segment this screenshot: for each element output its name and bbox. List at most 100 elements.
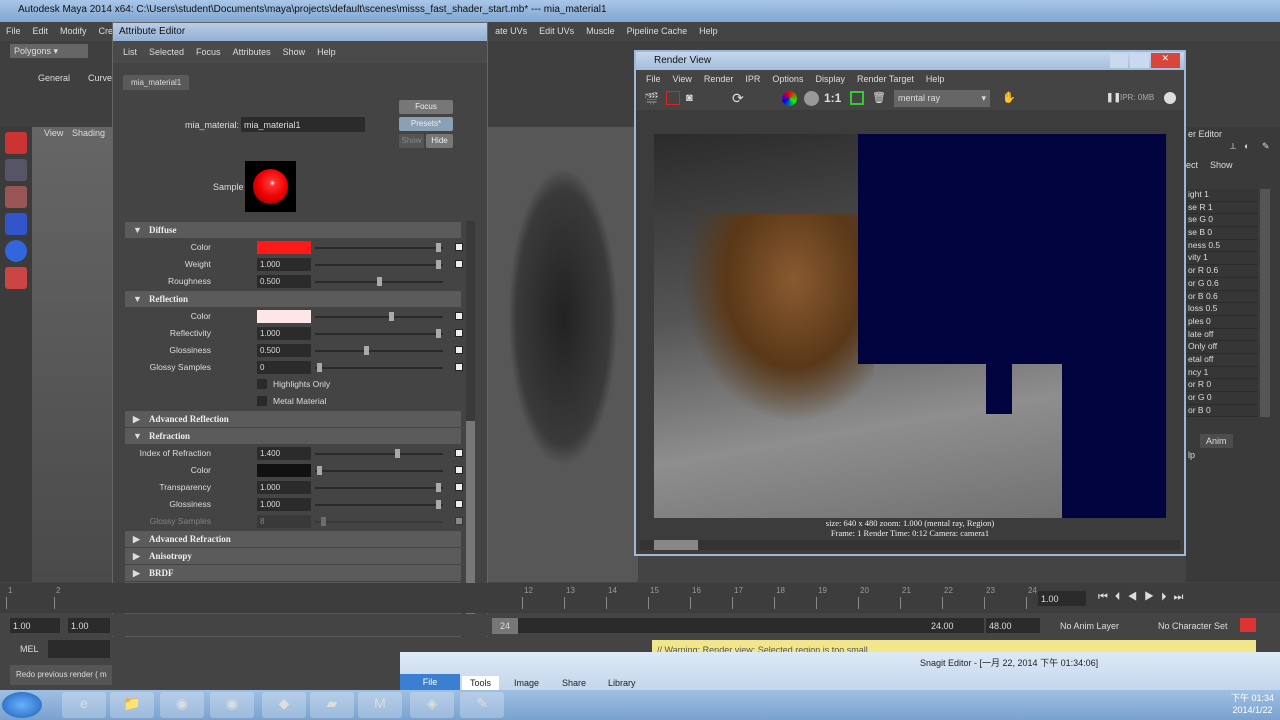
channel-row[interactable]: late off: [1186, 328, 1258, 342]
menu-muscle[interactable]: Muscle: [586, 26, 615, 37]
render-frame-icon[interactable]: 🎬: [644, 92, 659, 106]
move-tool-icon[interactable]: [5, 213, 27, 235]
attribute-slider[interactable]: [315, 449, 443, 458]
ae-menu-attributes[interactable]: Attributes: [233, 47, 271, 57]
map-button-icon[interactable]: [455, 449, 463, 457]
slider-handle[interactable]: [435, 500, 441, 509]
select-tool-icon[interactable]: [5, 132, 27, 154]
app-icon[interactable]: ◆: [262, 692, 306, 718]
slider-handle[interactable]: [435, 243, 441, 252]
rendered-image[interactable]: [654, 134, 1166, 518]
playback-controls[interactable]: ⏮⏴◀▶⏵⏭: [1098, 591, 1190, 604]
channel-row[interactable]: or B 0: [1186, 404, 1258, 418]
range-handle[interactable]: 24: [492, 618, 519, 634]
attribute-slider[interactable]: [315, 312, 443, 321]
attribute-slider[interactable]: [315, 329, 443, 338]
channel-row[interactable]: loss 0.5: [1186, 303, 1258, 316]
rv-menu-item[interactable]: Render Target: [857, 74, 914, 84]
section-header[interactable]: ▶ Advanced Reflection: [125, 411, 461, 427]
attribute-slider[interactable]: [315, 346, 443, 355]
character-set-dropdown[interactable]: No Character Set: [1158, 621, 1228, 631]
node-name-field[interactable]: mia_material1: [241, 117, 365, 132]
section-header[interactable]: ▼ Refraction: [125, 428, 461, 444]
attribute-value-field[interactable]: 0.500: [257, 344, 311, 357]
rv-menu-item[interactable]: View: [673, 74, 692, 84]
rotate-tool-icon[interactable]: [5, 240, 27, 262]
clock[interactable]: 下午 01:34 2014/1/22: [1231, 692, 1274, 716]
paint-tool-icon[interactable]: [5, 186, 27, 208]
channel-row[interactable]: se B 0: [1186, 227, 1258, 240]
attribute-value-field[interactable]: 0.500: [257, 275, 311, 288]
slider-handle[interactable]: [321, 517, 327, 526]
cb-menu-show[interactable]: Show: [1210, 160, 1233, 170]
map-button-icon[interactable]: [455, 483, 463, 491]
map-button-icon[interactable]: [455, 312, 463, 320]
channel-row[interactable]: or G 0.6: [1186, 277, 1258, 291]
attribute-value-field[interactable]: 8: [257, 515, 311, 528]
slider-handle[interactable]: [394, 449, 400, 458]
auto-key-icon[interactable]: [1240, 618, 1256, 632]
start-button[interactable]: [2, 692, 42, 718]
alpha-channel-icon[interactable]: [804, 91, 819, 106]
menu-pipeline-cache[interactable]: Pipeline Cache: [627, 26, 688, 37]
keep-image-icon[interactable]: [850, 91, 864, 105]
snagit-tab-library[interactable]: Library: [608, 678, 636, 688]
map-button-icon[interactable]: [455, 329, 463, 337]
channel-row[interactable]: ples 0: [1186, 315, 1258, 329]
playback-end-field[interactable]: 24.00: [928, 618, 984, 633]
ae-scrollbar[interactable]: [466, 221, 475, 621]
rv-menu-item[interactable]: Display: [815, 74, 845, 84]
tab-anim[interactable]: Anim: [1200, 434, 1233, 448]
snapshot-icon[interactable]: ◙: [686, 92, 693, 104]
slider-handle[interactable]: [435, 260, 441, 269]
slider-handle[interactable]: [435, 483, 441, 492]
slider-handle[interactable]: [317, 466, 323, 475]
attribute-slider[interactable]: [315, 260, 443, 269]
eyedropper-icon[interactable]: ✎: [1262, 141, 1270, 152]
snagit-icon[interactable]: ✎: [460, 692, 504, 718]
attribute-slider[interactable]: [315, 517, 443, 526]
map-button-icon[interactable]: [455, 243, 463, 251]
snagit-tab-image[interactable]: Image: [514, 678, 539, 688]
attribute-value-field[interactable]: 1.000: [257, 258, 311, 271]
attribute-slider[interactable]: [315, 243, 443, 252]
menu-help[interactable]: Help: [699, 26, 718, 37]
channel-row[interactable]: Only off: [1186, 341, 1258, 354]
channel-row[interactable]: etal off: [1186, 353, 1258, 367]
channel-row[interactable]: se R 1: [1186, 201, 1258, 215]
rv-menu-item[interactable]: File: [646, 74, 661, 84]
channel-row[interactable]: ight 1: [1186, 189, 1258, 202]
rgb-channels-icon[interactable]: [782, 91, 797, 106]
command-language[interactable]: MEL: [20, 644, 39, 654]
channel-row[interactable]: vity 1: [1186, 252, 1258, 266]
time-slider[interactable]: 1 2 12 13 14 15 16 17 18 19 20 21 22 23 24 1.00 ⏮⏴◀▶⏵⏭: [0, 583, 1280, 613]
rv-menu-item[interactable]: Options: [772, 74, 803, 84]
section-header[interactable]: ▼ Reflection: [125, 291, 461, 307]
slider-handle[interactable]: [376, 277, 382, 286]
lasso-tool-icon[interactable]: [5, 159, 27, 181]
attribute-slider[interactable]: [315, 363, 443, 372]
channel-row[interactable]: or B 0.6: [1186, 290, 1258, 304]
attribute-slider[interactable]: [315, 466, 443, 475]
ae-menu-selected[interactable]: Selected: [149, 47, 184, 57]
attribute-value-field[interactable]: 1.000: [257, 327, 311, 340]
chrome-icon[interactable]: ◉: [160, 692, 204, 718]
ae-menu-show[interactable]: Show: [283, 47, 306, 57]
command-input[interactable]: [48, 640, 110, 658]
menu-modify[interactable]: Modify: [60, 26, 87, 37]
menu-file[interactable]: File: [6, 26, 21, 37]
viewport-menu-view[interactable]: View: [44, 128, 63, 138]
ae-menu-focus[interactable]: Focus: [196, 47, 221, 57]
cb-menu-select[interactable]: ect: [1186, 160, 1198, 170]
ae-menu-list[interactable]: List: [123, 47, 137, 57]
real-size-button[interactable]: 1:1: [824, 91, 841, 105]
attribute-value-field[interactable]: 1.000: [257, 498, 311, 511]
tab-mia-material1[interactable]: mia_material1: [123, 75, 190, 90]
ae-menu-help[interactable]: Help: [317, 47, 336, 57]
snagit-tab-share[interactable]: Share: [562, 678, 586, 688]
focus-button[interactable]: Focus: [399, 100, 453, 114]
section-header[interactable]: ▶ BRDF: [125, 565, 461, 581]
map-button-icon[interactable]: [455, 517, 463, 525]
maximize-icon[interactable]: [1130, 53, 1149, 68]
menu-create[interactable]: Cre: [99, 26, 114, 37]
